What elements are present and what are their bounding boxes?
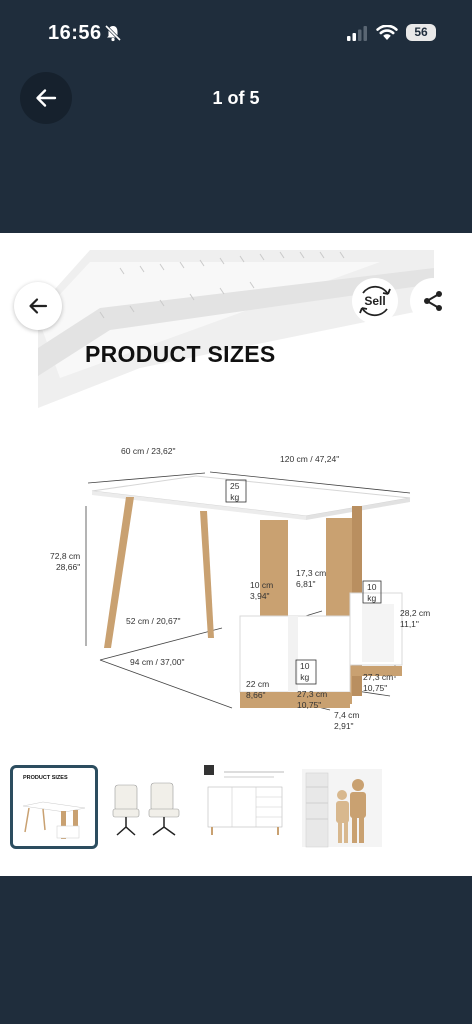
sell-button[interactable]: Sell: [352, 278, 398, 324]
thumbnail-2[interactable]: [107, 765, 193, 849]
dimension-label: 120 cm / 47,24": [280, 454, 340, 464]
image-viewer: Sell PRODUCT SIZES 60 cm / 23,62" 120 cm…: [0, 233, 472, 876]
wifi-icon: [376, 24, 398, 40]
battery-indicator: 56: [406, 24, 436, 41]
weight-label: 25 kg: [230, 481, 240, 502]
signal-icon: [347, 25, 367, 41]
dimension-label: 27,3 cm 10,75": [297, 689, 328, 710]
dimension-label: 22 cm 8,66": [246, 679, 270, 700]
thumbnail-4[interactable]: [300, 765, 386, 849]
arrow-left-icon: [29, 298, 48, 314]
bell-muted-icon: [104, 24, 122, 47]
dimension-label: 27,3 cm 10,75": [363, 672, 394, 693]
dimension-label: 52 cm / 20,67": [126, 616, 181, 626]
status-time: 16:56: [48, 22, 102, 44]
dimension-label: 7,4 cm 2,91": [334, 710, 360, 731]
thumbnail-1[interactable]: PRODUCT SIZES: [10, 765, 98, 849]
weight-label: 10 kg: [300, 661, 310, 682]
thumbnail-strip: PRODUCT SIZES: [0, 763, 472, 855]
product-image[interactable]: Sell PRODUCT SIZES 60 cm / 23,62" 120 cm…: [0, 248, 472, 753]
dimension-label: 72,8 cm 28,66": [50, 551, 81, 572]
dimension-label: 28,2 cm 11,1": [400, 608, 431, 629]
weight-label: 10 kg: [367, 582, 377, 603]
thumbnail-3[interactable]: [204, 765, 290, 849]
product-sizes-title: PRODUCT SIZES: [85, 341, 276, 367]
image-counter: 1 of 5: [212, 88, 260, 108]
dimension-label: 60 cm / 23,62": [121, 446, 176, 456]
refresh-ring-icon: [359, 285, 391, 317]
dimension-label: 10 cm 3,94": [250, 580, 274, 601]
top-bar: 1 of 5: [0, 70, 472, 126]
image-back-button[interactable]: [14, 282, 62, 330]
share-button[interactable]: [410, 278, 456, 324]
dimension-label: 17,3 cm 6,81": [296, 568, 327, 589]
status-bar: 16:56 56: [0, 0, 472, 70]
share-icon: [424, 291, 442, 311]
dimension-label: 94 cm / 37,00": [130, 657, 185, 667]
